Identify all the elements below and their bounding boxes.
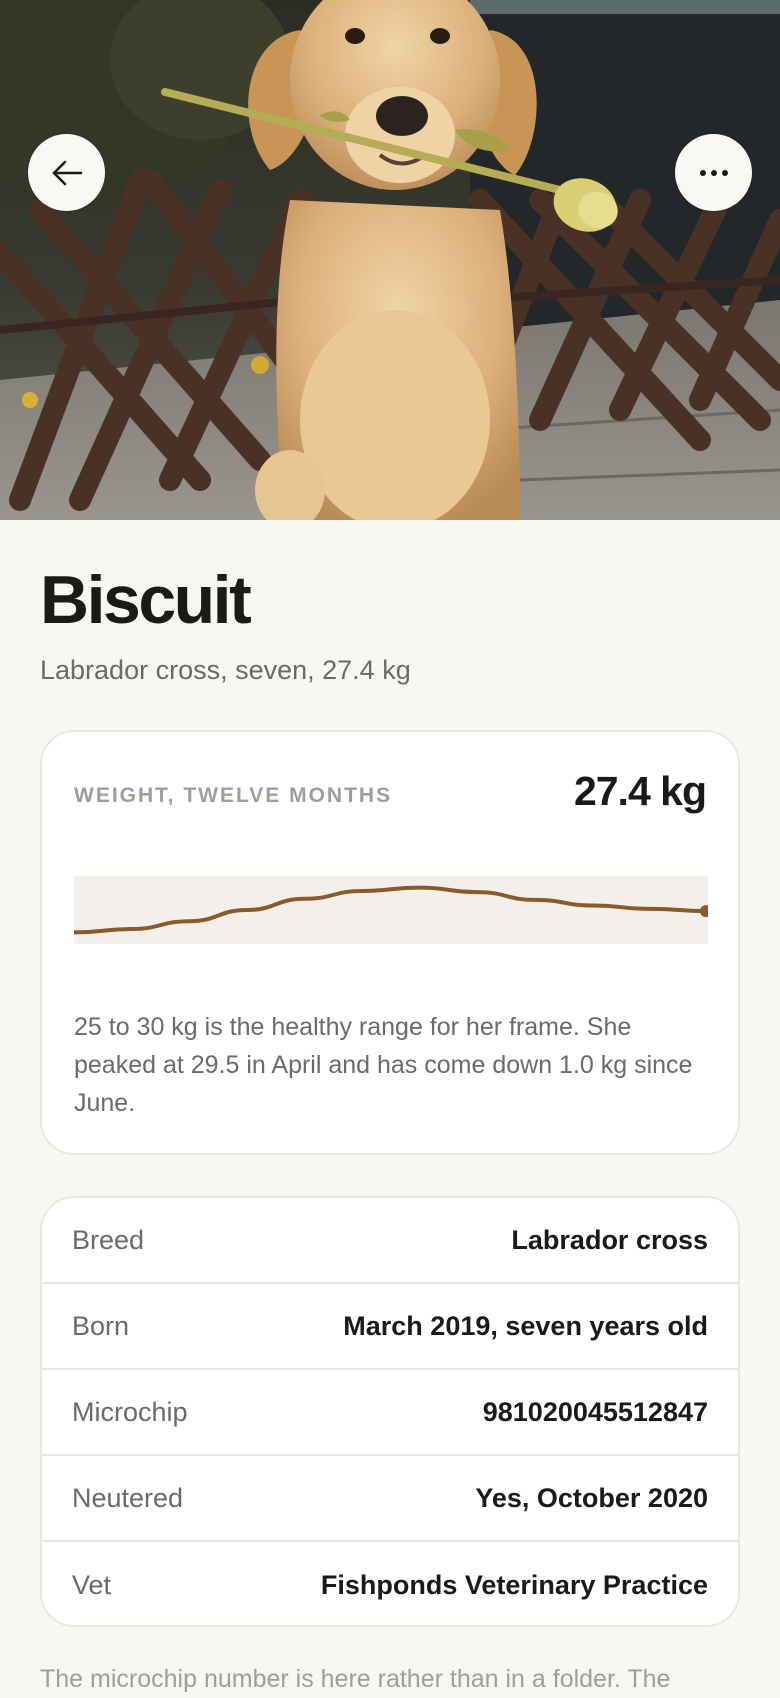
- detail-row-breed: Breed Labrador cross: [42, 1198, 738, 1284]
- detail-row-born: Born March 2019, seven years old: [42, 1284, 738, 1370]
- detail-value: 981020045512847: [482, 1396, 708, 1427]
- arrow-left-icon: [52, 160, 82, 185]
- detail-label: Breed: [72, 1224, 145, 1255]
- weight-card: WEIGHT, TWELVE MONTHS 27.4 kg 25 to 30 k…: [40, 730, 740, 1155]
- detail-row-neutered: Neutered Yes, October 2020: [42, 1456, 738, 1542]
- detail-label: Neutered: [72, 1482, 184, 1513]
- pet-name: Biscuit: [40, 562, 252, 638]
- detail-value: Labrador cross: [511, 1224, 708, 1255]
- detail-value: March 2019, seven years old: [343, 1310, 708, 1341]
- weight-card-label: WEIGHT, TWELVE MONTHS: [74, 784, 393, 807]
- healthy-range-band: [74, 876, 708, 944]
- detail-value: Fishponds Veterinary Practice: [320, 1569, 708, 1600]
- more-options-button[interactable]: [675, 134, 752, 211]
- details-card: Breed Labrador cross Born March 2019, se…: [40, 1196, 740, 1627]
- detail-label: Vet: [72, 1569, 112, 1600]
- dog-photo-illustration: [0, 0, 780, 520]
- pet-summary: Labrador cross, seven, 27.4 kg: [40, 655, 411, 685]
- weight-chart: [74, 876, 708, 944]
- detail-label: Born: [72, 1310, 130, 1341]
- hero-photo: [0, 0, 780, 520]
- footer-note: The microchip number is here rather than…: [40, 1665, 671, 1693]
- detail-value: Yes, October 2020: [475, 1482, 708, 1513]
- back-button[interactable]: [28, 134, 105, 211]
- detail-row-vet: Vet Fishponds Veterinary Practice: [42, 1542, 738, 1625]
- ellipsis-icon: [699, 169, 728, 176]
- detail-row-microchip: Microchip 981020045512847: [42, 1370, 738, 1456]
- weight-note: 25 to 30 kg is the healthy range for her…: [74, 1013, 693, 1117]
- detail-label: Microchip: [72, 1396, 188, 1427]
- current-weight: 27.4 kg: [573, 768, 707, 814]
